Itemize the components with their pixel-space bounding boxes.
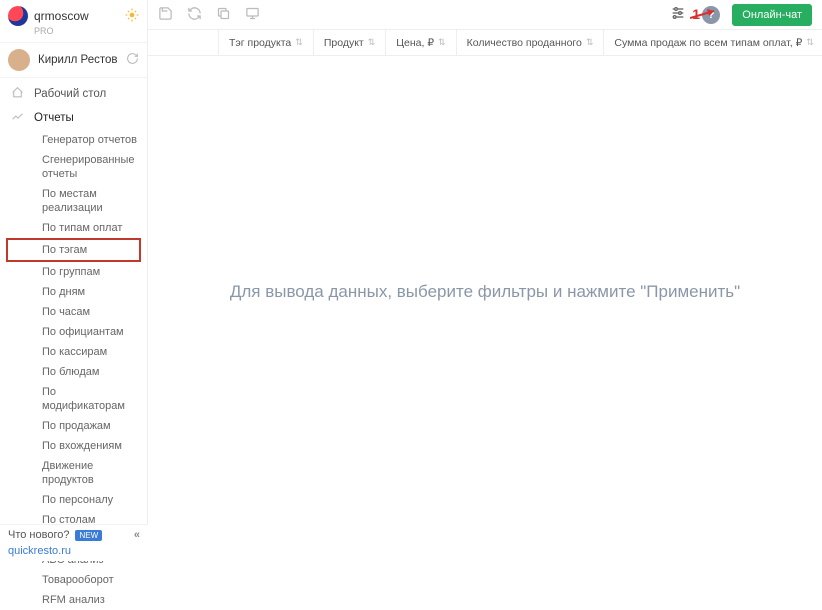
new-badge: NEW xyxy=(75,530,102,541)
nav-sub-item[interactable]: По модификаторам xyxy=(0,382,147,416)
screen-icon[interactable] xyxy=(245,6,260,24)
nav-sub-item[interactable]: По типам оплат xyxy=(0,218,147,238)
nav-reports[interactable]: Отчеты xyxy=(0,106,147,130)
nav-sub-item[interactable]: Движение продуктов xyxy=(0,456,147,490)
main-area: ? Онлайн-чат 1 Тэг продукта⇅Продукт⇅Цена… xyxy=(148,0,822,561)
user-row[interactable]: Кирилл Рестов xyxy=(0,42,147,78)
nav-sub-item[interactable]: По часам xyxy=(0,302,147,322)
nav-sub-item[interactable]: RFM анализ xyxy=(0,590,147,610)
whats-new-link[interactable]: Что нового? xyxy=(8,529,69,541)
nav-sub-item[interactable]: По блюдам xyxy=(0,362,147,382)
nav-sub-item[interactable]: По кассирам xyxy=(0,342,147,362)
collapse-icon[interactable]: « xyxy=(134,529,140,541)
column-label: Количество проданного xyxy=(467,37,582,49)
empty-state-message: Для вывода данных, выберите фильтры и на… xyxy=(148,280,822,304)
column-header[interactable]: Количество проданного ⇅ xyxy=(456,30,604,55)
nav-desktop[interactable]: Рабочий стол xyxy=(0,82,147,106)
online-chat-button[interactable]: Онлайн-чат xyxy=(732,4,812,26)
avatar xyxy=(8,49,30,71)
brand-header: qrmoscow xyxy=(0,0,147,28)
nav-sub-item[interactable]: По местам реализации xyxy=(0,184,147,218)
sort-icon: ⇅ xyxy=(806,37,814,48)
topbar: ? Онлайн-чат xyxy=(148,0,822,30)
help-icon[interactable]: ? xyxy=(702,6,720,24)
user-name: Кирилл Рестов xyxy=(38,54,118,66)
annotation-number: 1 xyxy=(692,6,700,22)
home-icon xyxy=(10,86,24,102)
nav-sub-item[interactable]: По вхождениям xyxy=(0,436,147,456)
sort-icon: ⇅ xyxy=(295,37,303,48)
column-label: Продукт xyxy=(324,37,364,49)
brand-sub: PRO xyxy=(34,26,147,36)
theme-toggle-icon[interactable] xyxy=(125,8,139,25)
nav-sub-item[interactable]: По тэгам xyxy=(6,238,141,262)
column-label: Тэг продукта xyxy=(229,37,291,49)
column-label: Сумма продаж по всем типам оплат, ₽ xyxy=(614,37,802,49)
nav-sub-item[interactable]: По официантам xyxy=(0,322,147,342)
nav-sub-item[interactable]: Сгенерированные отчеты xyxy=(0,150,147,184)
nav-sub-item[interactable]: По группам xyxy=(0,262,147,282)
column-label: Цена, ₽ xyxy=(396,37,434,49)
brand-name: qrmoscow xyxy=(34,9,89,23)
column-header[interactable]: Сумма продаж по всем типам оплат, ₽ ⇅ xyxy=(603,30,822,55)
nav-sub-item[interactable]: Товарооборот xyxy=(0,570,147,590)
sort-icon: ⇅ xyxy=(586,37,594,48)
sort-icon: ⇅ xyxy=(368,37,376,48)
nav-reports-label: Отчеты xyxy=(34,112,74,124)
nav-sub-item[interactable]: По дням xyxy=(0,282,147,302)
nav-sub-item[interactable]: По персоналу xyxy=(0,490,147,510)
toolbar-actions xyxy=(158,6,260,24)
column-headers: Тэг продукта⇅Продукт⇅Цена, ₽⇅Количество … xyxy=(148,30,822,56)
nav-sub-item[interactable]: Генератор отчетов xyxy=(0,130,147,150)
refresh-icon[interactable] xyxy=(126,52,139,68)
sync-icon[interactable] xyxy=(187,6,202,24)
nav-sub-item[interactable]: По продажам xyxy=(0,416,147,436)
copy-icon[interactable] xyxy=(216,6,231,24)
site-link[interactable]: quickresto.ru xyxy=(8,545,140,557)
nav-desktop-label: Рабочий стол xyxy=(34,88,106,100)
sidebar-footer: Что нового? NEW « quickresto.ru xyxy=(0,524,148,561)
column-header[interactable]: Тэг продукта ⇅ xyxy=(218,30,313,55)
chart-icon xyxy=(10,110,24,126)
sort-icon: ⇅ xyxy=(438,37,446,48)
column-header[interactable]: Цена, ₽ ⇅ xyxy=(385,30,455,55)
app-logo xyxy=(8,6,28,26)
filter-settings-icon[interactable] xyxy=(666,5,690,24)
save-icon[interactable] xyxy=(158,6,173,24)
column-header[interactable]: Продукт ⇅ xyxy=(313,30,385,55)
sidebar: qrmoscow PRO Кирилл Рестов Рабочий стол … xyxy=(0,0,148,561)
